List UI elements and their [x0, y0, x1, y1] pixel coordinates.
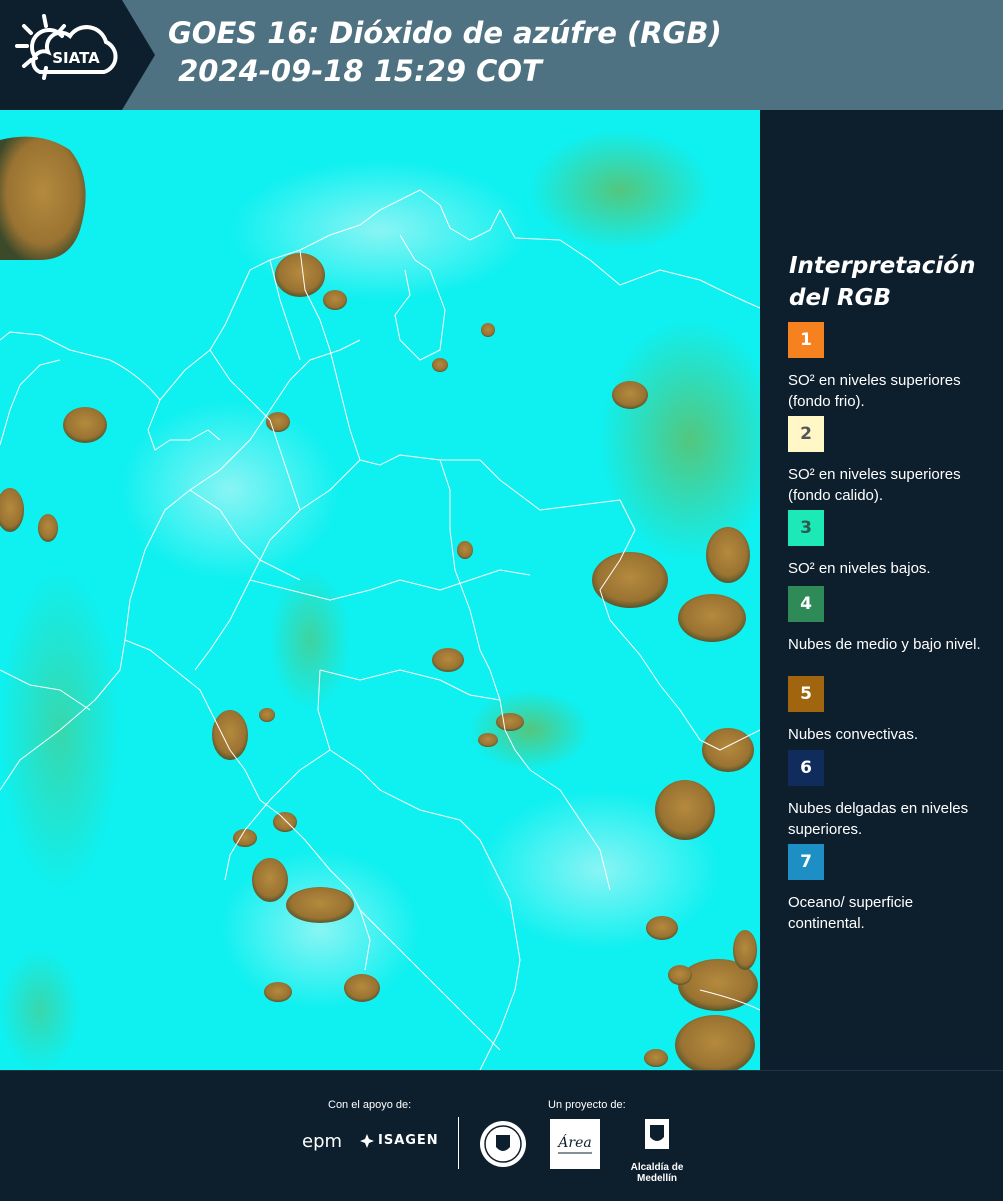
legend-number: 6: [800, 758, 812, 778]
legend-label: Oceano/ superficie continental.: [788, 894, 914, 932]
isagen-mark-icon: [360, 1133, 374, 1148]
legend-number: 4: [800, 594, 812, 614]
logo-label: SIATA: [52, 49, 100, 67]
support-caption: Con el apoyo de:: [328, 1099, 412, 1111]
legend-swatch: 3: [788, 510, 824, 546]
legend-label: SO² en niveles bajos.: [788, 560, 931, 577]
legend-number: 3: [800, 518, 812, 538]
footer-divider: [458, 1117, 459, 1169]
legend-swatch: 1: [788, 322, 824, 358]
epm-logo: epm: [302, 1131, 342, 1152]
alcaldia-logo: Alcaldía de Medellín: [612, 1117, 702, 1184]
legend-number: 5: [800, 684, 812, 704]
legend-item-2: 2 SO² en niveles superiores (fondo calid…: [788, 416, 993, 506]
isagen-label: ISAGEN: [378, 1133, 439, 1148]
siata-logo: SIATA: [0, 0, 155, 110]
alcaldia-label: Alcaldía de Medellín: [630, 1162, 684, 1184]
legend-panel: Interpretación del RGB 1 SO² en niveles …: [760, 110, 1003, 1070]
area-metropolitana-logo: Área: [550, 1119, 600, 1169]
legend-label: Nubes de medio y bajo nivel.: [788, 636, 981, 653]
legend-swatch: 2: [788, 416, 824, 452]
legend-swatch: 7: [788, 844, 824, 880]
legend-label: Nubes delgadas en niveles superiores.: [788, 800, 969, 838]
coat-of-arms-icon: [645, 1119, 669, 1149]
sun-cloud-icon: SIATA: [15, 14, 118, 80]
legend-item-3: 3 SO² en niveles bajos.: [788, 510, 993, 579]
legend-swatch: 5: [788, 676, 824, 712]
page-title: GOES 16: Dióxido de azúfre (RGB) 2024-09…: [168, 16, 722, 88]
area-logo-text: Área: [556, 1133, 591, 1151]
legend-item-4: 4 Nubes de medio y bajo nivel.: [788, 586, 993, 655]
legend-item-5: 5 Nubes convectivas.: [788, 676, 993, 745]
legend-item-7: 7 Oceano/ superficie continental.: [788, 844, 993, 934]
project-caption: Un proyecto de:: [548, 1099, 626, 1111]
legend-title: Interpretación del RGB: [789, 253, 976, 311]
legend-label: SO² en niveles superiores (fondo calido)…: [788, 466, 961, 504]
legend-swatch: 4: [788, 586, 824, 622]
footer-bar: Con el apoyo de: Un proyecto de: epm ISA…: [0, 1070, 1003, 1201]
legend-number: 1: [800, 330, 812, 350]
legend-label: Nubes convectivas.: [788, 726, 919, 743]
legend-swatch: 6: [788, 750, 824, 786]
legend-number: 2: [800, 424, 812, 444]
legend-label: SO² en niveles superiores (fondo frio).: [788, 372, 961, 410]
legend-item-6: 6 Nubes delgadas en niveles superiores.: [788, 750, 993, 840]
header-bar: SIATA GOES 16: Dióxido de azúfre (RGB) 2…: [0, 0, 1003, 110]
isagen-logo: ISAGEN: [360, 1133, 439, 1148]
legend-item-1: 1 SO² en niveles superiores (fondo frio)…: [788, 322, 993, 412]
legend-number: 7: [800, 852, 812, 872]
satellite-map[interactable]: [0, 110, 761, 1070]
medellin-seal-icon: [480, 1121, 526, 1167]
epm-label: epm: [302, 1131, 343, 1152]
